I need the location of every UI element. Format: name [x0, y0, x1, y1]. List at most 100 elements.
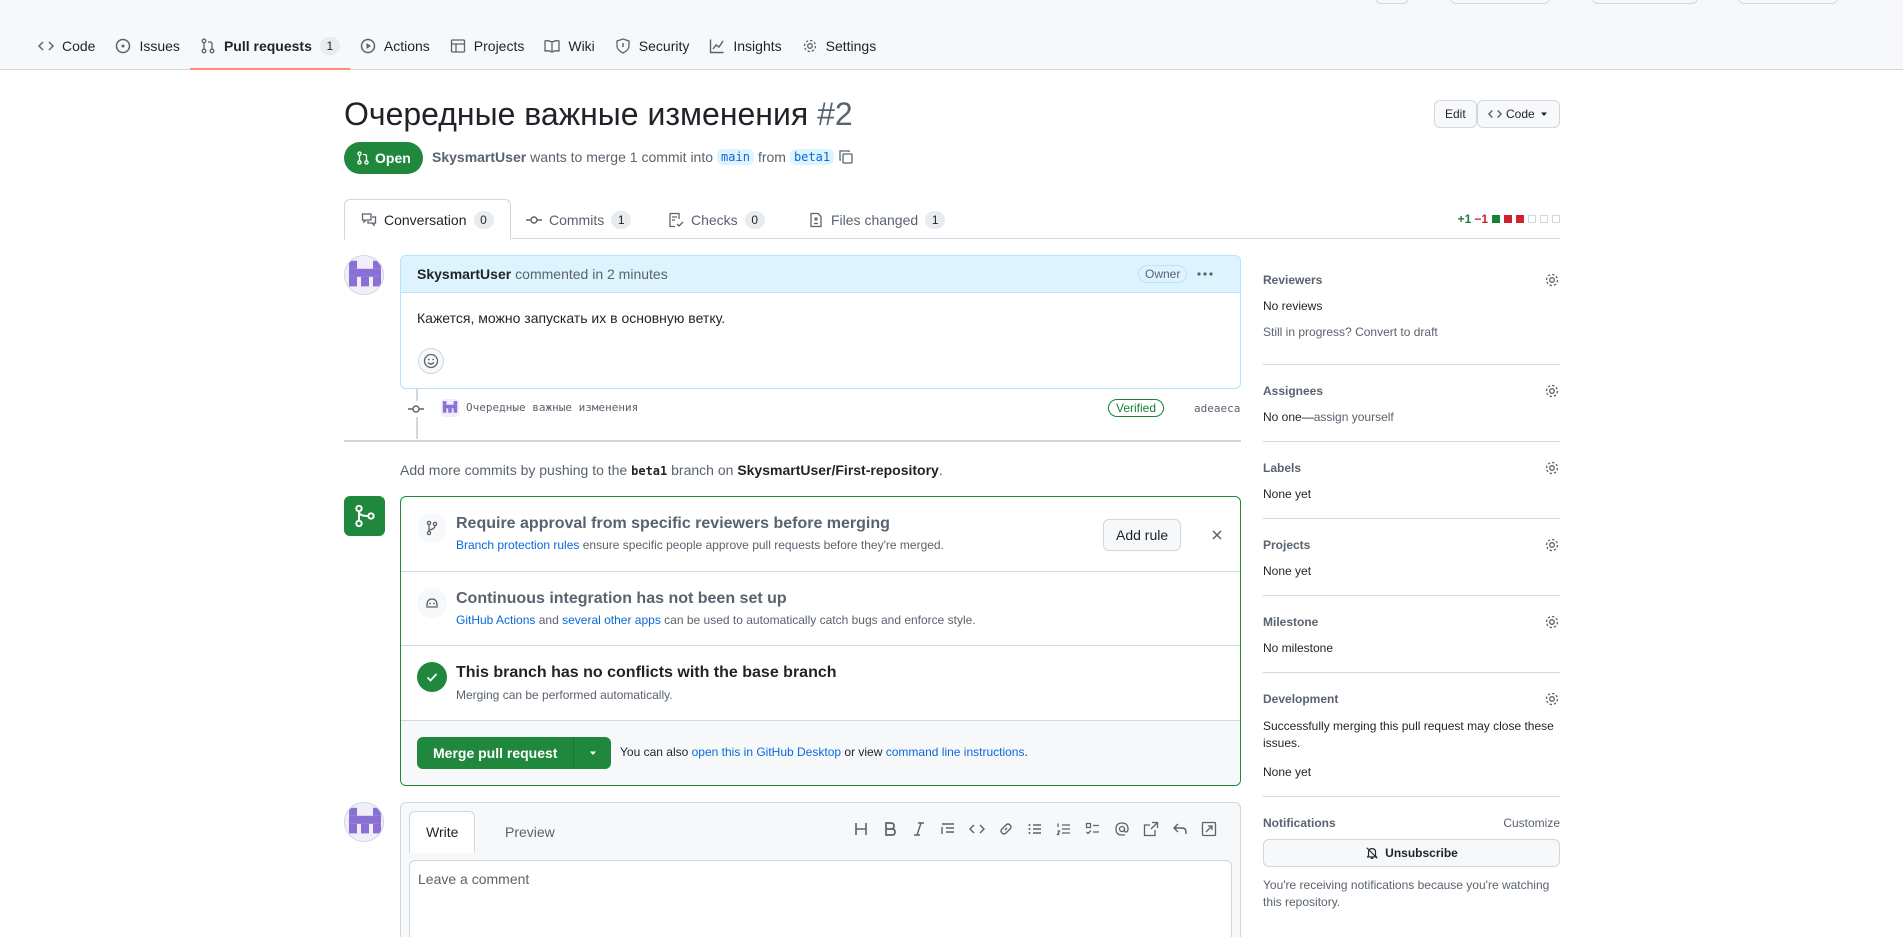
nav-issues[interactable]: Issues: [105, 30, 189, 62]
commit-author-avatar[interactable]: [441, 399, 459, 417]
comment-time[interactable]: in 2 minutes: [592, 266, 667, 282]
ci-icon: [417, 588, 447, 618]
github-desktop-link[interactable]: open this in GitHub Desktop: [692, 745, 841, 759]
gear-icon[interactable]: [1544, 614, 1560, 630]
repo-header: Code Issues Pull requests 1 Actions Proj…: [0, 0, 1903, 70]
heading-icon[interactable]: [853, 821, 869, 837]
list-unordered-icon[interactable]: [1027, 821, 1043, 837]
verified-badge[interactable]: Verified: [1108, 399, 1165, 417]
sidebar-heading[interactable]: Labels: [1263, 461, 1301, 475]
branch-protection-link[interactable]: Branch protection rules: [456, 538, 579, 552]
note-suffix: .: [1024, 745, 1028, 759]
close-icon[interactable]: [1209, 527, 1225, 543]
gear-icon[interactable]: [1544, 272, 1560, 288]
gear-icon[interactable]: [1544, 691, 1560, 707]
add-rule-label: Add rule: [1116, 527, 1169, 543]
unsubscribe-label: Unsubscribe: [1385, 846, 1458, 860]
comment-placeholder: Leave a comment: [418, 871, 530, 887]
unsubscribe-button[interactable]: Unsubscribe: [1263, 839, 1560, 867]
command-line-link[interactable]: command line instructions: [886, 745, 1025, 759]
add-reaction-button[interactable]: [418, 348, 444, 374]
sidebar-heading[interactable]: Projects: [1263, 538, 1310, 552]
diffstat-square: [1528, 215, 1536, 223]
commit-message[interactable]: Очередные важные изменения: [466, 401, 638, 414]
tab-checks[interactable]: Checks 0: [652, 199, 781, 240]
nav-actions[interactable]: Actions: [350, 30, 440, 62]
head-branch[interactable]: beta1: [789, 149, 835, 165]
commit-sha[interactable]: adeaeca: [1194, 402, 1240, 415]
list-ordered-icon[interactable]: [1056, 821, 1072, 837]
nav-insights[interactable]: Insights: [699, 30, 791, 62]
merge-method-dropdown[interactable]: [573, 737, 611, 769]
header-button-ghost[interactable]: [1592, 0, 1698, 4]
other-apps-link[interactable]: several other apps: [562, 613, 661, 627]
edit-button[interactable]: Edit: [1434, 100, 1477, 128]
nav-wiki[interactable]: Wiki: [534, 30, 604, 62]
kebab-horizontal-icon[interactable]: [1195, 266, 1215, 282]
nav-label: Code: [62, 38, 96, 54]
quote-icon[interactable]: [940, 821, 956, 837]
comment-textarea[interactable]: Leave a comment: [409, 860, 1232, 937]
gear-icon[interactable]: [1544, 460, 1560, 476]
tab-preview[interactable]: Preview: [489, 811, 571, 853]
nav-pull-requests[interactable]: Pull requests 1: [189, 30, 350, 70]
sidebar-heading: Notifications: [1263, 816, 1336, 830]
github-actions-link[interactable]: GitHub Actions: [456, 613, 535, 627]
comment: SkysmartUser commented in 2 minutes Owne…: [400, 255, 1241, 389]
book-icon: [544, 40, 561, 53]
meta-text: wants to merge 1 commit into: [530, 149, 714, 165]
ci-sub: GitHub Actions and several other apps ca…: [456, 613, 976, 627]
header-button-ghost[interactable]: [1738, 0, 1838, 4]
tab-write[interactable]: Write: [409, 811, 476, 853]
sidebar-heading[interactable]: Assignees: [1263, 384, 1323, 398]
sidebar-heading[interactable]: Development: [1263, 692, 1338, 706]
avatar[interactable]: [344, 255, 384, 295]
play-icon: [360, 38, 376, 54]
assign-yourself-link[interactable]: assign yourself: [1314, 410, 1394, 424]
status-badge: Open: [344, 142, 423, 174]
tab-conversation[interactable]: Conversation 0: [344, 199, 511, 240]
header-button-ghost[interactable]: [1450, 0, 1550, 4]
base-branch[interactable]: main: [717, 149, 754, 165]
italic-icon[interactable]: [911, 821, 927, 837]
sidebar-heading[interactable]: Reviewers: [1263, 273, 1322, 287]
gear-icon[interactable]: [1544, 537, 1560, 553]
diffstat-square: [1516, 215, 1524, 223]
sidebar-heading[interactable]: Milestone: [1263, 615, 1318, 629]
gear-icon[interactable]: [1544, 383, 1560, 399]
development-value: None yet: [1263, 765, 1312, 779]
repo-link[interactable]: SkysmartUser/First-repository: [737, 462, 939, 478]
header-button-ghost[interactable]: [1375, 0, 1409, 4]
avatar[interactable]: [344, 802, 384, 842]
convert-to-draft-link[interactable]: Convert to draft: [1355, 325, 1438, 339]
cross-reference-icon[interactable]: [1143, 821, 1159, 837]
comment-author[interactable]: SkysmartUser: [417, 266, 511, 282]
copy-icon[interactable]: [838, 149, 854, 165]
graph-icon: [710, 39, 724, 54]
code-icon[interactable]: [969, 821, 985, 837]
nav-code[interactable]: Code: [28, 30, 105, 62]
merge-pull-request-button[interactable]: Merge pull request: [417, 737, 573, 769]
code-dropdown-button[interactable]: Code: [1477, 100, 1560, 128]
new-comment-form: Write Preview Leave a comment: [400, 802, 1241, 937]
add-rule-button[interactable]: Add rule: [1103, 519, 1182, 551]
nav-label: Pull requests: [223, 38, 312, 54]
nav-settings[interactable]: Settings: [792, 30, 887, 62]
tab-commits[interactable]: Commits 1: [510, 199, 647, 240]
customize-link[interactable]: Customize: [1503, 816, 1560, 830]
mention-icon[interactable]: [1114, 821, 1130, 837]
repo-nav: Code Issues Pull requests 1 Actions Proj…: [28, 30, 886, 70]
sidebar-labels: Labels None yet: [1263, 442, 1560, 519]
fullscreen-icon[interactable]: [1201, 821, 1217, 837]
nav-security[interactable]: Security: [605, 30, 700, 62]
author-link[interactable]: SkysmartUser: [432, 149, 526, 165]
nav-projects[interactable]: Projects: [440, 30, 535, 62]
push-hint-prefix: Add more commits by pushing to the: [400, 462, 628, 478]
bold-icon[interactable]: [882, 821, 898, 837]
tab-files-changed[interactable]: Files changed 1: [792, 199, 961, 240]
rule-sub-text: ensure specific people approve pull requ…: [582, 538, 944, 552]
reply-icon[interactable]: [1172, 821, 1188, 837]
link-icon[interactable]: [998, 821, 1014, 837]
tasklist-icon[interactable]: [1085, 821, 1101, 837]
issue-icon: [116, 38, 131, 54]
